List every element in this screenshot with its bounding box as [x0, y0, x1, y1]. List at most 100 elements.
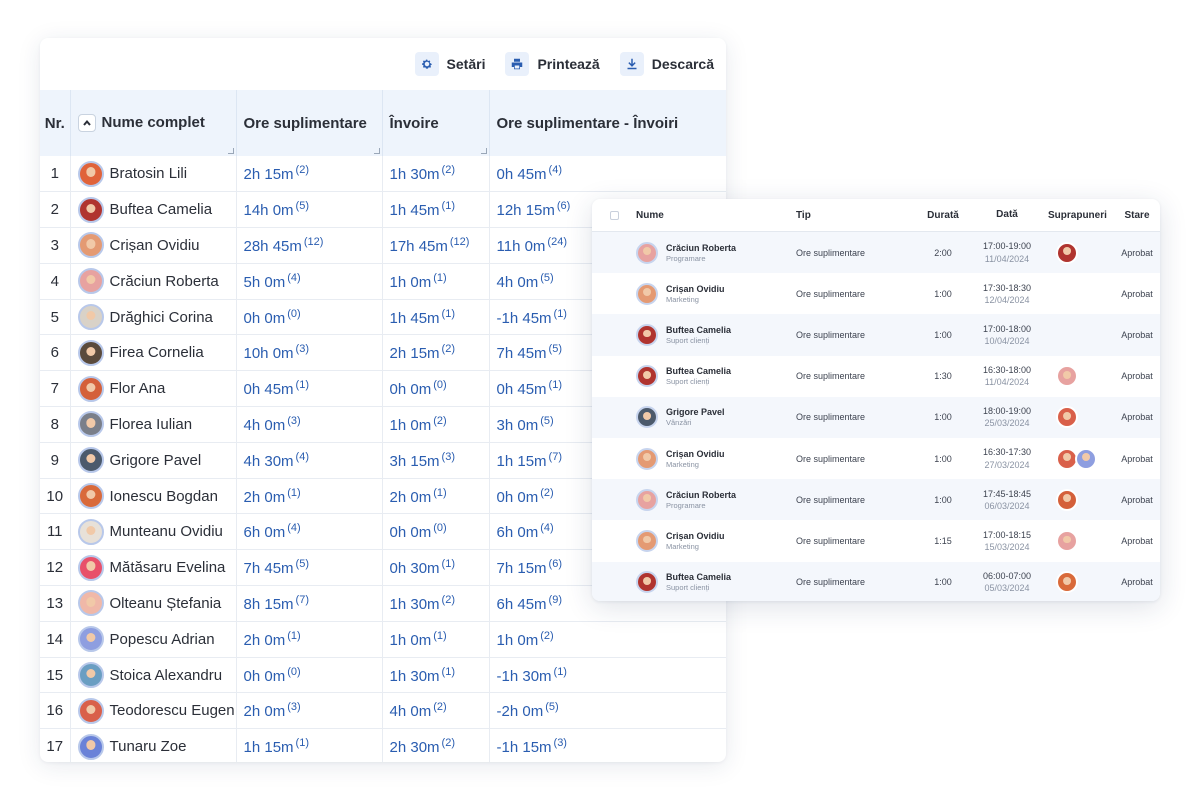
employee-cell[interactable]: Munteanu Ovidiu: [70, 513, 237, 551]
overtime-cell[interactable]: 0h 0m (0): [236, 657, 383, 694]
list-item[interactable]: Crișan Ovidiu Marketing Ore suplimentare 1:…: [592, 273, 1160, 314]
leave-cell[interactable]: 1h 0m (1): [382, 263, 490, 300]
overlap-avatar[interactable]: [1056, 571, 1078, 594]
leave-cell[interactable]: 1h 30m (1): [382, 657, 490, 694]
list-item[interactable]: Buftea Camelia Suport clienți Ore suplimen…: [592, 561, 1160, 601]
list-item[interactable]: Buftea Camelia Suport clienți Ore suplimen…: [592, 314, 1160, 356]
overtime-cell[interactable]: 8h 15m (7): [236, 585, 383, 622]
diff-value: 0h 45m: [496, 166, 547, 184]
overtime-cell[interactable]: 10h 0m (3): [236, 334, 383, 372]
request-type: Ore suplimentare: [796, 288, 866, 299]
diff-cell[interactable]: 1h 0m (2): [489, 621, 726, 658]
employee-cell[interactable]: Drăghici Corina: [70, 299, 237, 336]
leave-cell[interactable]: 0h 0m (0): [382, 370, 490, 408]
overtime-cell[interactable]: 1h 15m (1): [236, 728, 383, 762]
diff-cell[interactable]: -2h 0m (5): [489, 692, 726, 730]
employee-cell[interactable]: Buftea Camelia: [70, 191, 237, 229]
list-item[interactable]: Grigore Pavel Vânzări Ore suplimentare 1:00…: [592, 396, 1160, 438]
leave-cell[interactable]: 1h 45m (1): [382, 191, 490, 229]
employee-cell[interactable]: Teodorescu Eugen: [70, 692, 237, 730]
leave-count: (1): [441, 200, 455, 213]
overlap-avatar[interactable]: [1056, 241, 1078, 264]
leave-cell[interactable]: 1h 0m (1): [382, 621, 490, 658]
leave-cell[interactable]: 4h 0m (2): [382, 692, 490, 730]
leave-cell[interactable]: 1h 30m (2): [382, 585, 490, 622]
leave-cell[interactable]: 3h 15m (3): [382, 442, 490, 479]
overtime-cell[interactable]: 2h 0m (1): [236, 621, 383, 658]
overtime-cell[interactable]: 4h 30m (4): [236, 442, 383, 479]
overtime-cell[interactable]: 28h 45m (12): [236, 227, 383, 264]
overtime-cell[interactable]: 0h 45m (1): [236, 370, 383, 408]
overtime-cell[interactable]: 6h 0m (4): [236, 513, 383, 551]
leave-cell[interactable]: 2h 15m (2): [382, 334, 490, 372]
header-overtime[interactable]: Ore suplimentare: [236, 90, 383, 156]
settings-button[interactable]: Setări: [414, 52, 485, 76]
leave-value: 1h 30m: [389, 667, 440, 685]
employee-cell[interactable]: Mătăsaru Evelina: [70, 549, 237, 587]
table-row[interactable]: 17 Tunaru Zoe 1h 15m (1) 2h 30m (2) -1h 15m (3): [40, 728, 726, 762]
header-name[interactable]: Nume complet: [70, 90, 237, 156]
column-resize-handle[interactable]: [373, 148, 380, 154]
request-time: 17:00-18:00: [982, 323, 1032, 334]
employee-cell[interactable]: Olteanu Ștefania: [70, 585, 237, 622]
download-button[interactable]: Descarcă: [619, 52, 714, 76]
leave-cell[interactable]: 1h 45m (1): [382, 299, 490, 336]
employee-cell[interactable]: Ionescu Bogdan: [70, 478, 237, 515]
column-resize-handle[interactable]: [227, 148, 234, 154]
diff-cell[interactable]: 0h 45m (4): [489, 156, 726, 193]
overlap-avatar[interactable]: [1075, 447, 1097, 470]
leave-count: (1): [433, 486, 447, 499]
overlap-avatar[interactable]: [1056, 365, 1078, 388]
leave-cell[interactable]: 2h 30m (2): [382, 728, 490, 762]
employee-cell[interactable]: Crăciun Roberta: [70, 263, 237, 300]
print-button[interactable]: Printează: [505, 52, 600, 76]
list-item[interactable]: Crăciun Roberta Programare Ore suplimentar…: [592, 232, 1160, 274]
overtime-cell[interactable]: 14h 0m (5): [236, 191, 383, 229]
employee-cell[interactable]: Florea Iulian: [70, 406, 237, 443]
column-resize-handle[interactable]: [480, 148, 487, 154]
employee-cell[interactable]: Crișan Ovidiu: [70, 227, 237, 264]
overtime-cell[interactable]: 2h 15m (2): [236, 156, 383, 193]
employee-cell[interactable]: Bratosin Lili: [70, 156, 237, 193]
overtime-value: 0h 0m: [243, 309, 286, 327]
leave-cell[interactable]: 1h 0m (2): [382, 406, 490, 443]
leave-cell[interactable]: 0h 30m (1): [382, 549, 490, 587]
request-duration: 1:15: [934, 535, 952, 546]
list-item[interactable]: Crișan Ovidiu Marketing Ore suplimentare 1:…: [592, 438, 1160, 479]
overtime-cell[interactable]: 7h 45m (5): [236, 549, 383, 587]
table-row[interactable]: 16 Teodorescu Eugen 2h 0m (3) 4h 0m (2) -2h 0m…: [40, 692, 726, 730]
leave-cell[interactable]: 17h 45m (12): [382, 227, 490, 264]
list-item[interactable]: Crișan Ovidiu Marketing Ore suplimentare 1:…: [592, 520, 1160, 561]
employee-name: Grigore Pavel: [109, 451, 202, 469]
leave-cell[interactable]: 1h 30m (2): [382, 156, 490, 193]
avatar: [636, 529, 658, 552]
overtime-cell[interactable]: 5h 0m (4): [236, 263, 383, 300]
overlap-avatar[interactable]: [1056, 488, 1078, 511]
overlap-avatar[interactable]: [1056, 406, 1078, 429]
employee-cell[interactable]: Flor Ana: [70, 370, 237, 408]
overtime-cell[interactable]: 2h 0m (1): [236, 478, 383, 515]
list-item[interactable]: Buftea Camelia Suport clienți Ore suplimen…: [592, 356, 1160, 397]
table-row[interactable]: 14 Popescu Adrian 2h 0m (1) 1h 0m (1) 1h 0m (2): [40, 621, 726, 658]
diff-cell[interactable]: -1h 15m (3): [489, 728, 726, 762]
sort-chevron-up-icon[interactable]: [77, 114, 96, 133]
employee-cell[interactable]: Firea Cornelia: [70, 334, 237, 372]
leave-cell[interactable]: 2h 0m (1): [382, 478, 490, 515]
overtime-cell[interactable]: 4h 0m (3): [236, 406, 383, 443]
employee-cell[interactable]: Tunaru Zoe: [70, 728, 237, 762]
table-row[interactable]: 15 Stoica Alexandru 0h 0m (0) 1h 30m (1) -1h 3…: [40, 657, 726, 694]
overtime-cell[interactable]: 0h 0m (0): [236, 299, 383, 336]
table-row[interactable]: 1 Bratosin Lili 2h 15m (2) 1h 30m (2) 0h 45m (4…: [40, 156, 726, 193]
diff-cell[interactable]: -1h 30m (1): [489, 657, 726, 694]
employee-cell[interactable]: Stoica Alexandru: [70, 657, 237, 694]
leave-cell[interactable]: 0h 0m (0): [382, 513, 490, 551]
employee-cell[interactable]: Popescu Adrian: [70, 621, 237, 658]
select-all-checkbox[interactable]: [609, 210, 619, 220]
header-leave[interactable]: Învoire: [382, 90, 490, 156]
employee-cell[interactable]: Grigore Pavel: [70, 442, 237, 479]
header-diff[interactable]: Ore suplimentare - Învoiri: [489, 90, 726, 156]
overtime-cell[interactable]: 2h 0m (3): [236, 692, 383, 730]
list-item[interactable]: Crăciun Roberta Programare Ore suplimentar…: [592, 479, 1160, 521]
overlap-avatar[interactable]: [1056, 529, 1078, 552]
overtime-value: 6h 0m: [243, 524, 286, 542]
